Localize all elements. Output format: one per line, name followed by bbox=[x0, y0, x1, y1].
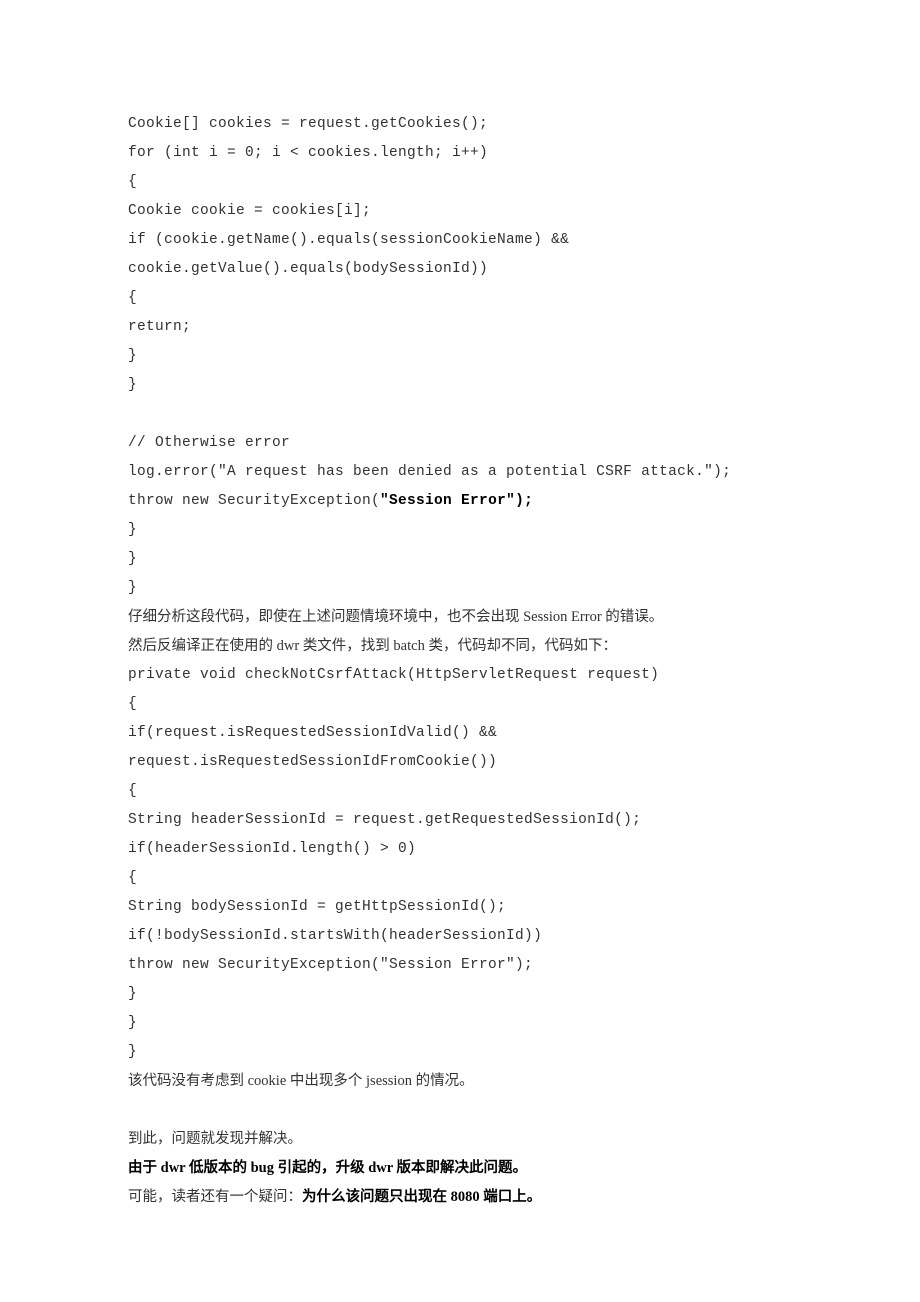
text-line: } bbox=[128, 545, 792, 574]
text-line bbox=[128, 1096, 792, 1125]
text-line: 到此，问题就发现并解决。 bbox=[128, 1125, 792, 1154]
text-line: Cookie[] cookies = request.getCookies(); bbox=[128, 110, 792, 139]
document-body: Cookie[] cookies = request.getCookies();… bbox=[128, 110, 792, 1213]
text-span: 可能，读者还有一个疑问： bbox=[128, 1189, 302, 1205]
text-line: 该代码没有考虑到 cookie 中出现多个 jsession 的情况。 bbox=[128, 1067, 792, 1096]
text-line: { bbox=[128, 168, 792, 197]
text-line: } bbox=[128, 371, 792, 400]
text-line: return; bbox=[128, 313, 792, 342]
text-line: if (cookie.getName().equals(sessionCooki… bbox=[128, 226, 792, 284]
text-line: private void checkNotCsrfAttack(HttpServ… bbox=[128, 661, 792, 690]
text-line: } bbox=[128, 516, 792, 545]
text-line: { bbox=[128, 777, 792, 806]
text-line: String headerSessionId = request.getRequ… bbox=[128, 806, 792, 835]
text-line: if(headerSessionId.length() > 0) bbox=[128, 835, 792, 864]
text-span: "Session Error"); bbox=[380, 493, 533, 509]
text-line: 可能，读者还有一个疑问：为什么该问题只出现在 8080 端口上。 bbox=[128, 1183, 792, 1213]
text-line: log.error("A request has been denied as … bbox=[128, 458, 792, 487]
text-line: } bbox=[128, 980, 792, 1009]
text-line: } bbox=[128, 574, 792, 603]
text-line: } bbox=[128, 342, 792, 371]
text-line: { bbox=[128, 284, 792, 313]
text-span: throw new SecurityException( bbox=[128, 493, 380, 509]
document-page: Cookie[] cookies = request.getCookies();… bbox=[0, 0, 920, 1273]
text-line: 仔细分析这段代码，即使在上述问题情境环境中，也不会出现 Session Erro… bbox=[128, 603, 792, 632]
text-line: if(request.isRequestedSessionIdValid() &… bbox=[128, 719, 792, 777]
text-line: if(!bodySessionId.startsWith(headerSessi… bbox=[128, 922, 792, 951]
text-line: 然后反编译正在使用的 dwr 类文件，找到 batch 类，代码却不同，代码如下… bbox=[128, 632, 792, 661]
text-line: // Otherwise error bbox=[128, 429, 792, 458]
text-line: { bbox=[128, 690, 792, 719]
text-line bbox=[128, 400, 792, 429]
text-line: } bbox=[128, 1038, 792, 1067]
text-line: for (int i = 0; i < cookies.length; i++) bbox=[128, 139, 792, 168]
text-line: throw new SecurityException("Session Err… bbox=[128, 951, 792, 980]
text-line: { bbox=[128, 864, 792, 893]
text-line: String bodySessionId = getHttpSessionId(… bbox=[128, 893, 792, 922]
text-line: } bbox=[128, 1009, 792, 1038]
text-line: 由于 dwr 低版本的 bug 引起的，升级 dwr 版本即解决此问题。 bbox=[128, 1154, 792, 1183]
text-span: 为什么该问题只出现在 8080 端口上。 bbox=[302, 1189, 541, 1205]
text-line: throw new SecurityException("Session Err… bbox=[128, 487, 792, 516]
text-line: Cookie cookie = cookies[i]; bbox=[128, 197, 792, 226]
